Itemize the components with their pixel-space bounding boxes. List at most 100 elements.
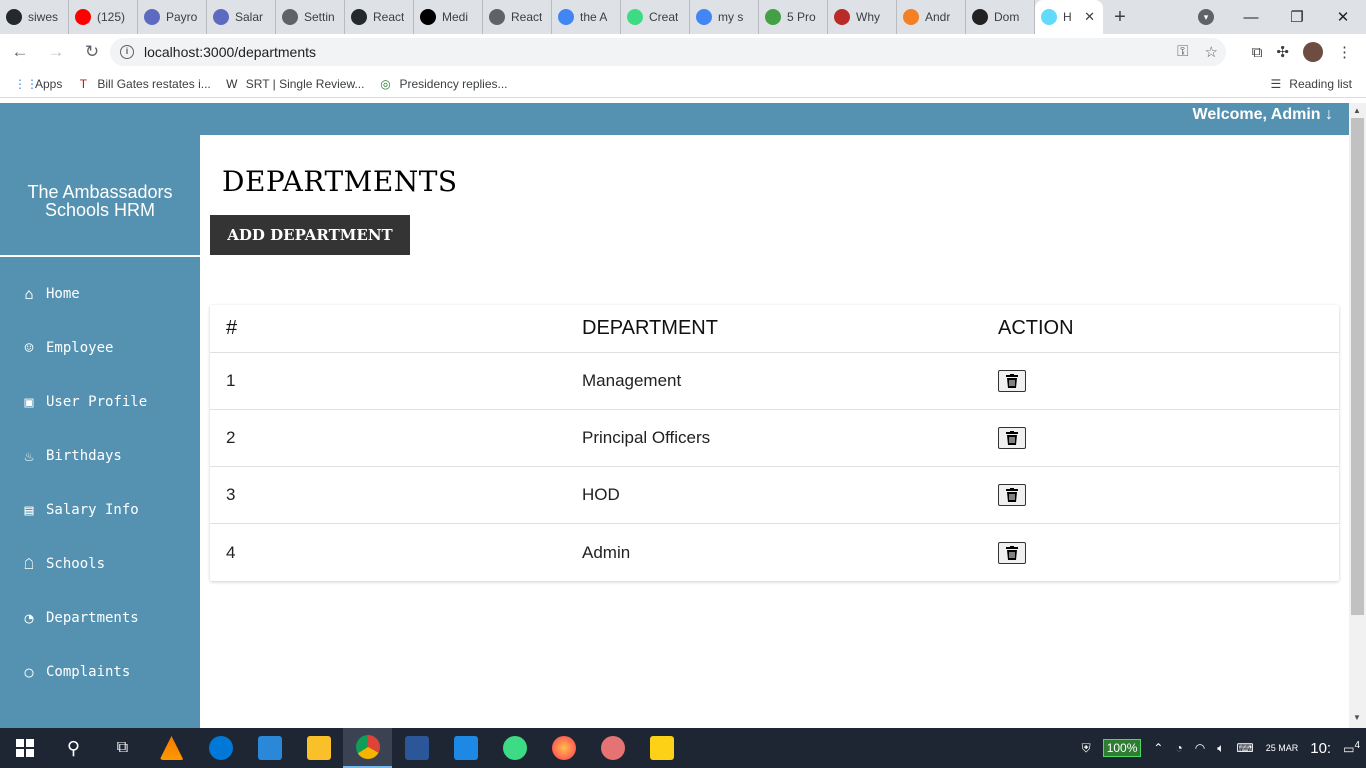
network-icon[interactable]: ◔ — [1175, 741, 1182, 755]
avatar[interactable] — [1303, 42, 1323, 62]
tribune-icon: T — [79, 76, 88, 91]
app-icon[interactable] — [588, 728, 637, 768]
new-tab-icon[interactable]: + — [1103, 6, 1137, 29]
wifi-icon[interactable]: ◠ — [1195, 741, 1205, 755]
mail-icon[interactable] — [245, 728, 294, 768]
reading-list-button[interactable]: ☰ Reading list — [1271, 77, 1352, 91]
forward-icon[interactable]: → — [40, 42, 72, 62]
browser-tab[interactable]: React — [345, 0, 414, 34]
bookmark-item[interactable]: ⋮⋮ Apps — [14, 77, 62, 91]
reload-icon[interactable]: ↻ — [76, 42, 108, 62]
bookmark-item[interactable]: W SRT | Single Review... — [225, 77, 364, 91]
chevron-up-icon[interactable]: ⌃ — [1153, 741, 1163, 755]
tab-favicon-icon — [144, 9, 160, 25]
tab-favicon-icon — [696, 9, 712, 25]
sidebar-item-label: User Profile — [46, 394, 148, 410]
delete-button[interactable] — [998, 370, 1026, 392]
sidebar-item-birthdays[interactable]: ♨ Birthdays — [0, 429, 200, 483]
vlc-icon[interactable] — [147, 728, 196, 768]
battery-indicator[interactable]: 100% — [1102, 739, 1142, 757]
volume-icon[interactable]: 🔈︎ — [1217, 741, 1224, 756]
brand-title: The Ambassadors Schools HRM — [0, 135, 200, 257]
browser-tab[interactable]: Andr — [897, 0, 966, 34]
search-icon[interactable]: ⚲ — [49, 728, 98, 768]
sticky-notes-icon[interactable] — [637, 728, 686, 768]
welcome-menu[interactable]: Welcome, Admin ↓ — [1193, 106, 1333, 124]
browser-tab-active[interactable]: H ✕ — [1035, 0, 1103, 34]
browser-tab[interactable]: Creat — [621, 0, 690, 34]
browser-toolbar: ← → ↻ i localhost:3000/departments ⚿ ☆ ⧉… — [0, 34, 1366, 70]
scrollbar-thumb[interactable] — [1351, 118, 1364, 615]
sidebar-nav: ⌂ Home ☺ Employee ▣ User Profile ♨ Birthdays ▤ Sa… — [0, 257, 200, 699]
defender-icon[interactable]: ⛨ — [1082, 741, 1091, 756]
employee-icon: ☺ — [24, 339, 34, 357]
restore-icon[interactable]: ❐ — [1274, 8, 1320, 26]
browser-tab[interactable]: Payro — [138, 0, 207, 34]
sidebar-item-departments[interactable]: ◔ Departments — [0, 591, 200, 645]
address-bar[interactable]: i localhost:3000/departments ⚿ ☆ — [110, 38, 1226, 66]
delete-button[interactable] — [998, 484, 1026, 506]
browser-tab[interactable]: Dom — [966, 0, 1035, 34]
tab-favicon-icon — [6, 9, 22, 25]
home-icon: ⌂ — [24, 285, 34, 303]
url-text[interactable]: localhost:3000/departments — [144, 44, 316, 60]
back-icon[interactable]: ← — [4, 42, 36, 62]
department-name: HOD — [582, 485, 620, 504]
firefox-icon[interactable] — [539, 728, 588, 768]
trash-icon — [1006, 488, 1018, 502]
close-window-icon[interactable]: ✕ — [1320, 8, 1366, 26]
keyboard-icon[interactable]: ⌨ — [1236, 741, 1253, 755]
tab-favicon-icon — [972, 9, 988, 25]
sidebar-item-home[interactable]: ⌂ Home — [0, 267, 200, 321]
sidebar-item-schools[interactable]: ☖ Schools — [0, 537, 200, 591]
vscode-icon[interactable] — [441, 728, 490, 768]
browser-tab[interactable]: the A — [552, 0, 621, 34]
word-icon[interactable] — [392, 728, 441, 768]
extension-icon[interactable]: ⧉ — [1252, 44, 1263, 61]
browser-tab[interactable]: (125) — [69, 0, 138, 34]
minimize-icon[interactable]: — — [1228, 9, 1274, 26]
sidebar-item-complaints[interactable]: ○ Complaints — [0, 645, 200, 699]
tab-title: React — [511, 10, 543, 24]
notifications-icon[interactable]: ▭4 — [1343, 740, 1360, 756]
bookmark-star-icon[interactable]: ☆ — [1205, 43, 1218, 61]
tab-search-icon[interactable]: ▾ — [1198, 9, 1214, 25]
browser-tab[interactable]: 5 Pro — [759, 0, 828, 34]
menu-icon[interactable]: ⋮ — [1337, 43, 1352, 61]
browser-tab[interactable]: siwes — [0, 0, 69, 34]
task-view-icon[interactable]: ⧉ — [98, 728, 147, 768]
delete-button[interactable] — [998, 541, 1026, 564]
browser-tab[interactable]: Medi — [414, 0, 483, 34]
tab-title: Salar — [235, 10, 264, 24]
start-icon[interactable] — [0, 728, 49, 768]
sidebar-item-label: Salary Info — [46, 502, 139, 518]
sidebar-item-salary-info[interactable]: ▤ Salary Info — [0, 483, 200, 537]
browser-tab[interactable]: Settin — [276, 0, 345, 34]
bookmark-item[interactable]: T Bill Gates restates i... — [76, 76, 211, 91]
page-scrollbar[interactable]: ▲ ▼ — [1349, 103, 1366, 728]
scroll-up-icon[interactable]: ▲ — [1353, 106, 1361, 115]
site-info-icon[interactable]: i — [120, 45, 134, 59]
tab-favicon-icon — [903, 9, 919, 25]
browser-tab[interactable]: React — [483, 0, 552, 34]
android-studio-icon[interactable] — [490, 728, 539, 768]
browser-tab[interactable]: Why — [828, 0, 897, 34]
clock-text[interactable]: 10: — [1310, 740, 1331, 757]
add-department-button[interactable]: ADD DEPARTMENT — [210, 215, 410, 255]
close-tab-icon[interactable]: ✕ — [1084, 9, 1095, 25]
browser-tab[interactable]: Salar — [207, 0, 276, 34]
tab-favicon-icon — [282, 9, 298, 25]
chrome-icon[interactable] — [343, 728, 392, 768]
table-body: 1 Management 2 Principal Officers 3 HOD 4 Admin — [210, 353, 1339, 581]
delete-button[interactable] — [998, 427, 1026, 449]
action-cell — [998, 427, 1026, 449]
sidebar-item-employee[interactable]: ☺ Employee — [0, 321, 200, 375]
key-icon[interactable]: ⚿ — [1177, 43, 1188, 61]
scroll-down-icon[interactable]: ▼ — [1353, 713, 1361, 722]
sidebar-item-user-profile[interactable]: ▣ User Profile — [0, 375, 200, 429]
puzzle-icon[interactable]: ✣ — [1276, 43, 1289, 61]
edge-icon[interactable] — [196, 728, 245, 768]
file-explorer-icon[interactable] — [294, 728, 343, 768]
bookmark-item[interactable]: ◎ Presidency replies... — [378, 77, 507, 91]
browser-tab[interactable]: my s — [690, 0, 759, 34]
